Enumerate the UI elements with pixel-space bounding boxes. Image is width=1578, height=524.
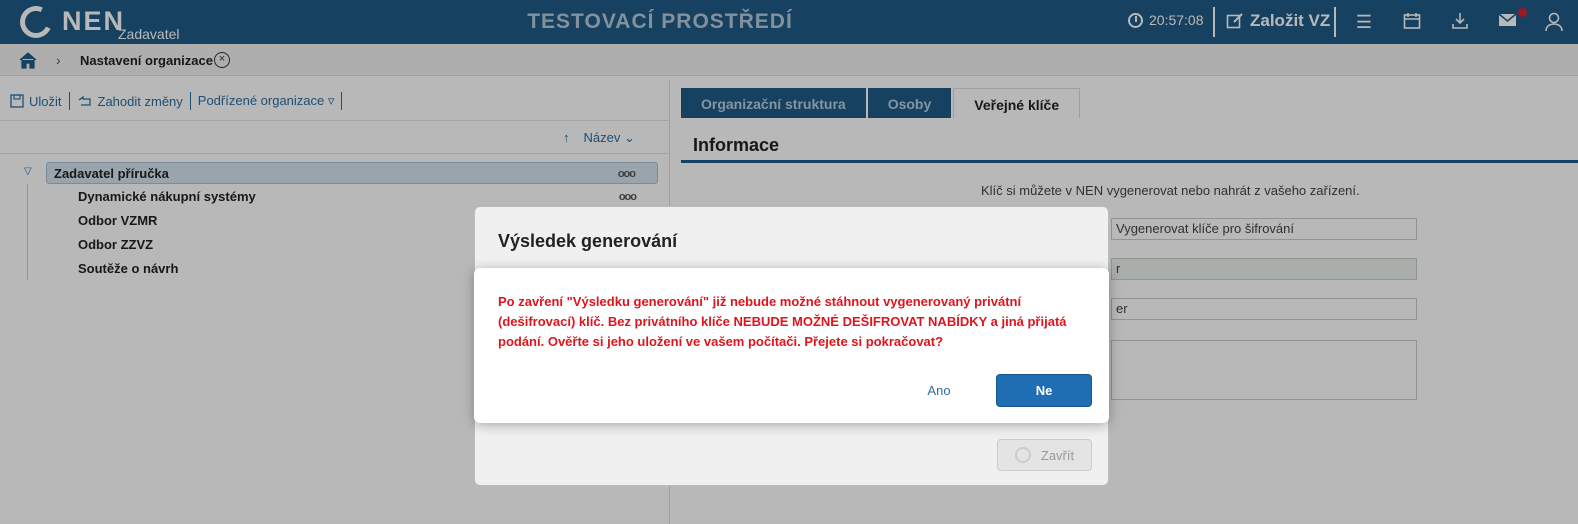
yes-button[interactable]: Ano — [904, 376, 974, 406]
close-button[interactable]: Zavřít — [997, 439, 1092, 471]
close-label: Zavřít — [1040, 447, 1075, 463]
confirmation-dialog: Po zavření "Výsledku generování" již neb… — [474, 268, 1109, 423]
warning-message: Po zavření "Výsledku generování" již neb… — [498, 294, 1067, 349]
no-button[interactable]: Ne — [996, 374, 1092, 407]
dialog-title: Výsledek generování — [498, 231, 678, 251]
loading-spinner-icon — [1014, 447, 1031, 463]
